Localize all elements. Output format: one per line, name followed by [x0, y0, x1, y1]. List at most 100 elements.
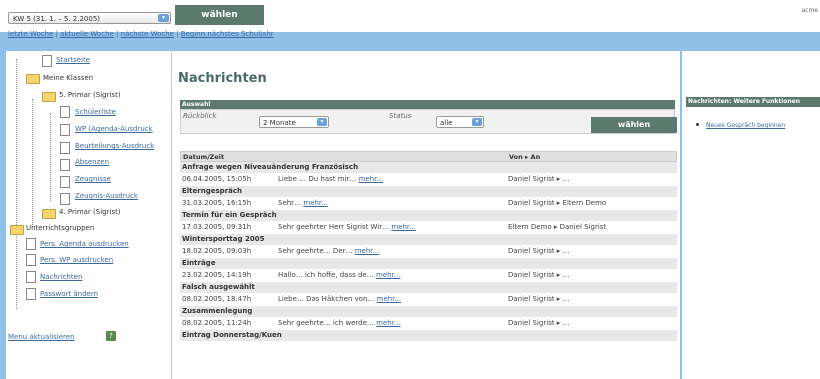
message-preview: Sehr… mehr... — [278, 199, 328, 207]
message-preview: Sehr geehrte… ich werde… mehr... — [278, 319, 401, 327]
more-link[interactable]: mehr... — [377, 295, 401, 303]
more-link[interactable]: mehr... — [355, 247, 379, 255]
message-date: 06.04.2005, 15:05h — [182, 175, 252, 183]
table-row: 17.03.2005, 09:31h Sehr geehrter Herr Si… — [180, 221, 677, 234]
status-select[interactable]: alle ▾ — [436, 116, 484, 128]
separator: | — [116, 30, 119, 38]
table-header: Datum/Zeit Von ▸ An — [180, 151, 677, 162]
message-fromto: Daniel Sigrist ▸ … — [508, 295, 570, 303]
chevron-down-icon: ▾ — [317, 118, 327, 126]
rueckblick-select[interactable]: 2 Monate ▾ — [259, 116, 329, 128]
table-row: 31.03.2005, 16:15h Sehr… mehr... Daniel … — [180, 197, 677, 210]
sidebar-item-zeugnis-ausdruck[interactable]: Zeugnis-Ausdruck — [75, 192, 138, 200]
link-next-week[interactable]: nächste Woche — [121, 30, 174, 38]
new-conversation-link[interactable]: Neues Gespräch beginnen — [706, 122, 785, 129]
auswahl-header: Auswahl — [180, 100, 675, 109]
waehlen-button[interactable]: wählen — [591, 117, 677, 133]
message-preview: Liebe… Das Häkchen von… mehr... — [278, 295, 402, 303]
help-icon[interactable]: ? — [106, 331, 116, 341]
status-label: Status — [389, 112, 412, 120]
sidebar-item-4-primar[interactable]: 4. Primar (Sigrist) — [59, 208, 121, 216]
tree-line — [32, 99, 33, 227]
sidebar-item-pers-wp[interactable]: Pers. WP ausdrucken — [40, 256, 113, 264]
link-current-week[interactable]: aktuelle Woche — [60, 30, 114, 38]
top-bar: KW 5 (31. 1. – 5. 2.2005) ▾ wählen acme — [0, 0, 820, 32]
message-date: 08.02.2005, 18:47h — [182, 295, 252, 303]
right-panel: Nachrichten: Weitere Funktionen Neues Ge… — [682, 51, 820, 379]
sidebar-item-pers-agenda[interactable]: Pers. Agenda ausdrucken — [40, 240, 129, 248]
message-subject: Elterngespräch — [180, 186, 677, 197]
waehlen-week-button[interactable]: wählen — [175, 5, 264, 25]
page-icon — [26, 238, 36, 250]
message-subject: Zusammenlegung — [180, 306, 677, 317]
table-row: 23.02.2005, 14:19h Hallo… ich hoffe, das… — [180, 269, 677, 282]
separator: | — [176, 30, 179, 38]
top-right-text: acme — [801, 7, 818, 14]
page-icon — [60, 142, 70, 154]
rueckblick-label: Rückblick — [183, 112, 217, 120]
col-date-header: Datum/Zeit — [183, 153, 225, 161]
link-next-school-year[interactable]: Beginn nächstes Schuljahr — [181, 30, 274, 38]
bullet-icon — [696, 123, 699, 126]
sidebar-item-wp-agenda[interactable]: WP (Agenda-Ausdruck — [75, 125, 153, 133]
rueckblick-value: 2 Monate — [263, 119, 296, 127]
sidebar-item-absenzen[interactable]: Absenzen — [75, 158, 109, 166]
message-subject: Termin für ein Gespräch — [180, 210, 677, 221]
page-icon — [42, 55, 52, 67]
message-fromto: Daniel Sigrist ▸ … — [508, 175, 570, 183]
page-icon — [26, 254, 36, 266]
message-preview: Sehr geehrte… Der… mehr... — [278, 247, 380, 255]
message-subject: Wintersporttag 2005 — [180, 234, 677, 245]
more-link[interactable]: mehr... — [376, 319, 400, 327]
page-icon — [60, 176, 70, 188]
message-date: 23.02.2005, 14:19h — [182, 271, 252, 279]
sidebar-item-passwort[interactable]: Passwort ändern — [40, 290, 98, 298]
sidebar-item-zeugnisse[interactable]: Zeugnisse — [75, 175, 111, 183]
col-fromto-header: Von ▸ An — [509, 153, 541, 161]
folder-open-icon — [42, 92, 56, 102]
menu-refresh-link[interactable]: Menu aktualisieren — [8, 333, 75, 341]
link-last-week[interactable]: letzte Woche — [8, 30, 53, 38]
chevron-down-icon: ▾ — [158, 14, 169, 22]
sidebar-item-unterrichtsgruppen[interactable]: Unterrichtsgruppen — [26, 224, 94, 232]
message-date: 31.03.2005, 16:15h — [182, 199, 252, 207]
sidebar-item-beurteilungs-ausdruck[interactable]: Beurteilungs-Ausdruck — [75, 142, 154, 150]
message-subject: Eintrag Donnerstag/Kuen — [180, 330, 677, 341]
sidebar-item-startseite[interactable]: Startseite — [56, 56, 90, 64]
more-link[interactable]: mehr... — [376, 271, 400, 279]
page-icon — [60, 193, 70, 205]
page-icon — [60, 124, 70, 136]
sidebar-item-nachrichten[interactable]: Nachrichten — [40, 273, 82, 281]
right-panel-header: Nachrichten: Weitere Funktionen — [686, 97, 820, 107]
week-select-value: KW 5 (31. 1. – 5. 2.2005) — [13, 15, 101, 23]
message-preview: Sehr geehrter Herr Sigrist Wir… mehr... — [278, 223, 416, 231]
table-row: 08.02.2005, 18:47h Liebe… Das Häkchen vo… — [180, 293, 677, 306]
message-subject: Falsch ausgewählt — [180, 282, 677, 293]
table-row: 06.04.2005, 15:05h Liebe … Du hast mir… … — [180, 173, 677, 186]
page-icon — [26, 271, 36, 283]
week-select[interactable]: KW 5 (31. 1. – 5. 2.2005) ▾ — [8, 12, 171, 24]
message-fromto: Daniel Sigrist ▸ … — [508, 247, 570, 255]
message-fromto: Daniel Sigrist ▸ … — [508, 271, 570, 279]
sidebar-item-schuelerliste[interactable]: Schülerliste — [75, 108, 116, 116]
more-link[interactable]: mehr... — [359, 175, 383, 183]
sidebar-item-5-primar[interactable]: 5. Primar (Sigrist) — [59, 91, 121, 99]
sidebar-item-meine-klassen[interactable]: Meine Klassen — [43, 74, 93, 82]
table-row: 08.02.2005, 11:24h Sehr geehrte… ich wer… — [180, 317, 677, 330]
message-fromto: Eltern Demo ▸ Daniel Sigrist — [508, 223, 607, 231]
tree-line — [50, 113, 51, 201]
page-icon — [26, 288, 36, 300]
more-link[interactable]: mehr... — [303, 199, 327, 207]
page-title: Nachrichten — [178, 71, 267, 86]
message-preview: Hallo… ich hoffe, dass de… mehr... — [278, 271, 401, 279]
folder-open-icon — [26, 74, 40, 84]
folder-icon — [42, 209, 56, 219]
message-fromto: Daniel Sigrist ▸ Eltern Demo — [508, 199, 607, 207]
separator: | — [55, 30, 58, 38]
page-icon — [60, 106, 70, 118]
chevron-down-icon: ▾ — [472, 118, 482, 126]
more-link[interactable]: mehr... — [391, 223, 415, 231]
message-date: 18.02.2005, 09:03h — [182, 247, 252, 255]
table-row: 18.02.2005, 09:03h Sehr geehrte… Der… me… — [180, 245, 677, 258]
tree-line — [16, 59, 17, 309]
